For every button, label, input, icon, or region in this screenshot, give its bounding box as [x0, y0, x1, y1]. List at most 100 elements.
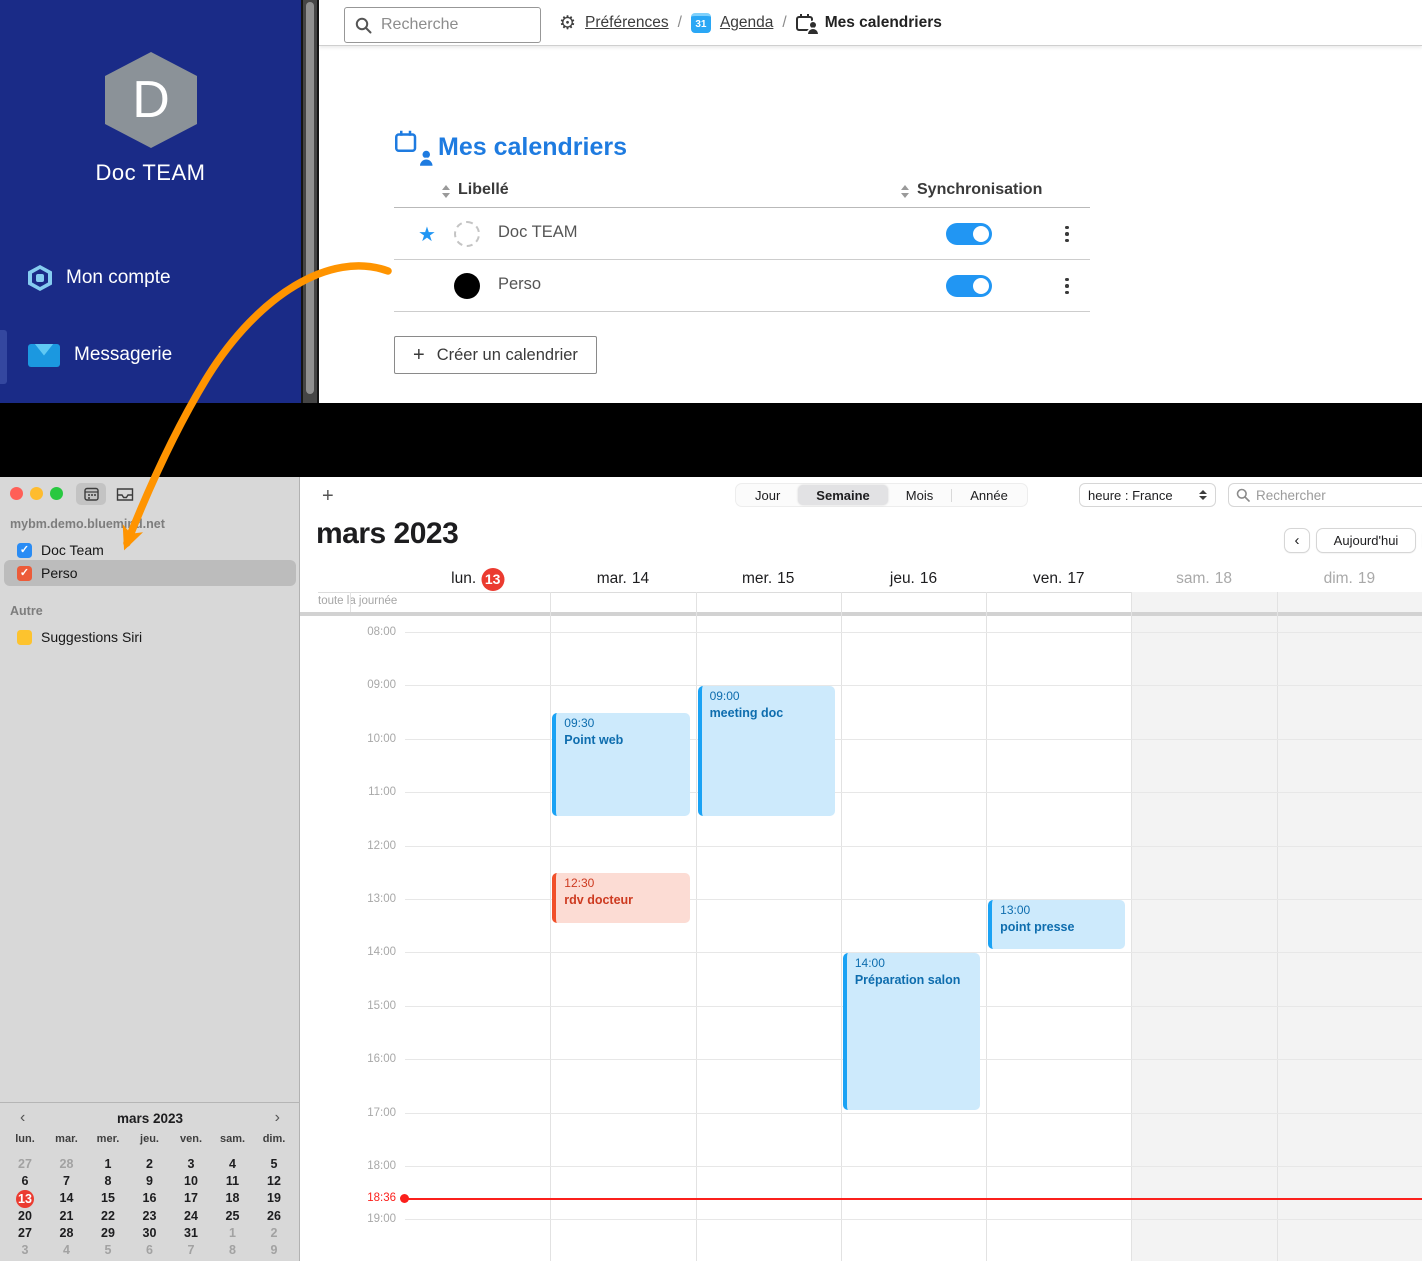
- mini-date-cell[interactable]: 10: [179, 1173, 203, 1190]
- mini-date-cell[interactable]: 8: [221, 1242, 245, 1259]
- mini-date-cell[interactable]: 29: [96, 1224, 120, 1241]
- event-point-web[interactable]: 09:30Point web: [552, 713, 689, 816]
- minimize-button[interactable]: [30, 487, 43, 500]
- mini-date-cell[interactable]: 3: [179, 1156, 203, 1173]
- table-header: Libellé Synchronisation: [394, 176, 1090, 208]
- mini-date-cell[interactable]: 9: [138, 1173, 162, 1190]
- mini-date-cell[interactable]: 3: [13, 1242, 37, 1259]
- zoom-button[interactable]: [50, 487, 63, 500]
- inbox-tray-icon[interactable]: [110, 483, 140, 505]
- mini-date-cell[interactable]: 28: [55, 1156, 79, 1173]
- kebab-menu-icon[interactable]: [1058, 220, 1076, 248]
- calendar-checkbox[interactable]: ✓: [17, 543, 32, 558]
- close-button[interactable]: [10, 487, 23, 500]
- scrollbar-thumb[interactable]: [306, 2, 314, 394]
- mini-date-cell[interactable]: 15: [96, 1190, 120, 1207]
- mini-date-cell[interactable]: 31: [179, 1224, 203, 1241]
- mini-date-cell[interactable]: 27: [13, 1224, 37, 1241]
- previous-week-button[interactable]: ‹: [1284, 528, 1310, 553]
- calendar-label: Doc TEAM: [498, 223, 577, 242]
- search-input[interactable]: Recherche: [344, 7, 541, 43]
- hour-label: 16:00: [308, 1053, 396, 1065]
- star-icon[interactable]: ★: [418, 222, 436, 247]
- table-row[interactable]: Perso: [394, 260, 1090, 312]
- mini-date-cell[interactable]: 8: [96, 1173, 120, 1190]
- sidebar-item-label: Mon compte: [66, 267, 171, 289]
- timezone-select[interactable]: heure : France: [1079, 483, 1216, 507]
- sort-icon[interactable]: [900, 185, 910, 199]
- mini-date-cell[interactable]: 11: [221, 1173, 245, 1190]
- page-title: Mes calendriers: [395, 133, 627, 162]
- calendar-search-input[interactable]: Rechercher: [1228, 483, 1422, 507]
- mini-date-cell[interactable]: 28: [55, 1224, 79, 1241]
- column-synchronisation[interactable]: Synchronisation: [917, 181, 1042, 199]
- sidebar-calendar-perso[interactable]: ✓Perso: [4, 560, 296, 586]
- mini-date-cell[interactable]: 2: [138, 1156, 162, 1173]
- mini-date-cell[interactable]: 9: [262, 1242, 286, 1259]
- add-event-button[interactable]: +: [322, 485, 334, 508]
- sidebar-item-messagerie[interactable]: Messagerie: [0, 333, 301, 377]
- segment-jour[interactable]: Jour: [737, 485, 798, 505]
- event-meeting-doc[interactable]: 09:00meeting doc: [698, 686, 835, 816]
- search-icon: [355, 17, 372, 34]
- kebab-menu-icon[interactable]: [1058, 272, 1076, 300]
- table-row[interactable]: ★ Doc TEAM: [394, 208, 1090, 260]
- mini-date-cell[interactable]: 5: [262, 1156, 286, 1173]
- mini-date-cell[interactable]: 6: [13, 1173, 37, 1190]
- mini-day-name: mer.: [87, 1133, 129, 1145]
- mini-date-cell[interactable]: 4: [221, 1156, 245, 1173]
- calendar-view-button[interactable]: [76, 483, 106, 505]
- create-calendar-button[interactable]: + Créer un calendrier: [394, 336, 597, 374]
- mini-date-cell[interactable]: 25: [221, 1207, 245, 1224]
- mini-date-cell[interactable]: 2: [262, 1224, 286, 1241]
- mini-date-cell[interactable]: 14: [55, 1190, 79, 1207]
- segment-année[interactable]: Année: [952, 485, 1026, 505]
- kebab-dot: [1065, 226, 1069, 230]
- hour-label: 15:00: [308, 1000, 396, 1012]
- mini-date-cell[interactable]: 7: [179, 1242, 203, 1259]
- mini-date-cell[interactable]: 17: [179, 1190, 203, 1207]
- mini-date-cell[interactable]: 19: [262, 1190, 286, 1207]
- mini-date-cell[interactable]: 22: [96, 1207, 120, 1224]
- mini-date-cell[interactable]: 18: [221, 1190, 245, 1207]
- segment-mois[interactable]: Mois: [888, 485, 951, 505]
- calendar-color-swatch: [454, 221, 480, 247]
- mini-date-cell[interactable]: 1: [221, 1224, 245, 1241]
- mini-date-cell[interactable]: 20: [13, 1207, 37, 1224]
- breadcrumb-agenda-link[interactable]: Agenda: [720, 14, 773, 32]
- mini-date-cell[interactable]: 12: [262, 1173, 286, 1190]
- mini-date-cell[interactable]: 24: [179, 1207, 203, 1224]
- event-rdv-docteur[interactable]: 12:30rdv docteur: [552, 873, 689, 922]
- sidebar-calendar-suggestions-siri[interactable]: Suggestions Siri: [4, 624, 296, 650]
- calendar-checkbox[interactable]: ✓: [17, 566, 32, 581]
- hour-label: 19:00: [308, 1213, 396, 1225]
- mini-date-cell[interactable]: 26: [262, 1207, 286, 1224]
- event-point-presse[interactable]: 13:00point presse: [988, 900, 1125, 949]
- today-button[interactable]: Aujourd'hui: [1316, 528, 1416, 553]
- hour-gridline: [405, 846, 1422, 847]
- event-préparation-salon[interactable]: 14:00Préparation salon: [843, 953, 980, 1109]
- column-libelle[interactable]: Libellé: [458, 181, 509, 199]
- sync-toggle[interactable]: [946, 275, 992, 297]
- column-divider: [1131, 592, 1132, 1261]
- mini-date-cell[interactable]: 1: [96, 1156, 120, 1173]
- mini-date-cell[interactable]: 7: [55, 1173, 79, 1190]
- mini-next-button[interactable]: ›: [269, 1109, 286, 1127]
- kebab-dot: [1065, 284, 1069, 288]
- mini-date-cell[interactable]: 21: [55, 1207, 79, 1224]
- mini-date-cell[interactable]: 6: [138, 1242, 162, 1259]
- mini-date-cell[interactable]: 30: [138, 1224, 162, 1241]
- sidebar-item-mon-compte[interactable]: Mon compte: [0, 256, 301, 300]
- mini-date-cell[interactable]: 13: [16, 1190, 34, 1208]
- sort-icon[interactable]: [441, 185, 451, 199]
- mini-date-cell[interactable]: 16: [138, 1190, 162, 1207]
- mini-date-cell[interactable]: 27: [13, 1156, 37, 1173]
- sync-toggle[interactable]: [946, 223, 992, 245]
- segment-semaine[interactable]: Semaine: [798, 485, 887, 505]
- mini-date-cell[interactable]: 5: [96, 1242, 120, 1259]
- calendar-checkbox[interactable]: [17, 630, 32, 645]
- mini-date-cell[interactable]: 23: [138, 1207, 162, 1224]
- breadcrumb-preferences-link[interactable]: Préférences: [585, 14, 669, 32]
- account-header: mybm.demo.bluemind.net: [10, 517, 165, 531]
- mini-date-cell[interactable]: 4: [55, 1242, 79, 1259]
